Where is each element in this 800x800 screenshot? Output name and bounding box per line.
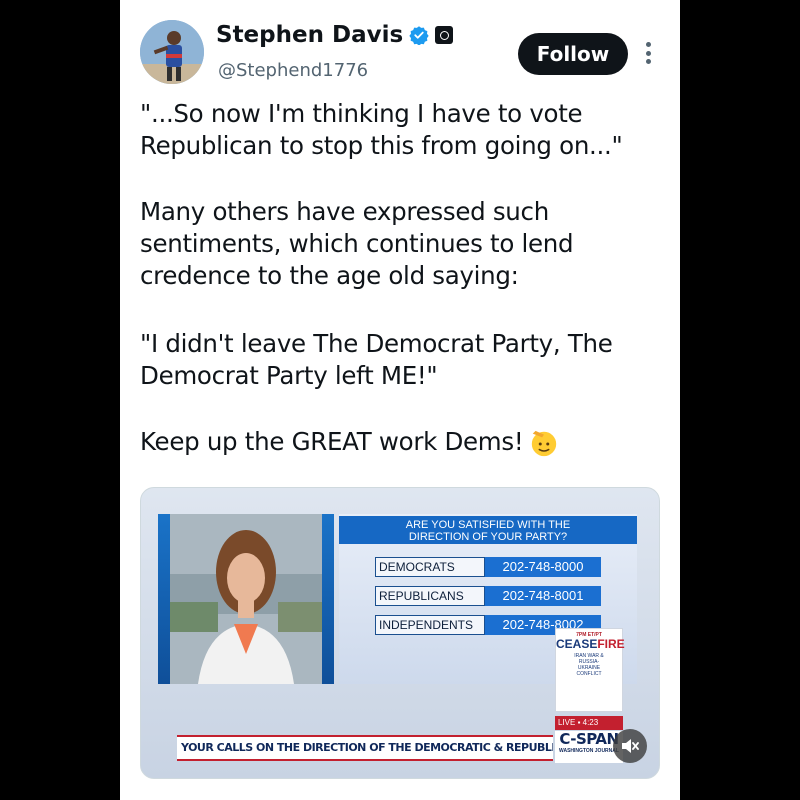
text-line: "...So now I'm thinking I have to vote [140, 99, 583, 128]
promo-line: CONFLICT [576, 671, 602, 677]
text-line: Many others have expressed such [140, 197, 549, 226]
text-line: Republican to stop this from going on...… [140, 131, 623, 160]
poll-row-democrats: DEMOCRATS 202-748-8000 [375, 557, 601, 577]
poll-row-number: 202-748-8000 [485, 557, 601, 577]
text-line: credence to the age old saying: [140, 261, 519, 290]
avatar[interactable] [140, 20, 204, 84]
speaker-muted-icon [622, 739, 639, 753]
author-handle[interactable]: @Stephend1776 [218, 60, 368, 81]
saluting-face-emoji-icon [532, 430, 557, 457]
poll-row-number: 202-748-8001 [485, 586, 601, 606]
live-indicator: LIVE ▪ 4:23 [555, 716, 623, 730]
avatar-image [140, 20, 204, 84]
promo-subtitle: IRAN WAR & RUSSIA- UKRAINE CONFLICT [556, 653, 622, 677]
post-text-paragraph: Keep up the GREAT work Dems! [140, 426, 660, 458]
text-line: sentiments, which continues to lend [140, 229, 574, 258]
text-line: Democrat Party left ME!" [140, 361, 438, 390]
poll-question-line: DIRECTION OF YOUR PARTY? [408, 531, 568, 543]
ceasefire-promo: 7PM ET/PT CEASEFIRE IRAN WAR & RUSSIA- U… [555, 628, 625, 712]
more-options-icon[interactable] [638, 40, 658, 66]
anchor-image [158, 514, 334, 684]
verified-badge-icon [409, 26, 429, 45]
promo-title: CEASEFIRE [556, 637, 625, 651]
post-text-paragraph: "...So now I'm thinking I have to vote R… [140, 98, 660, 162]
video-media[interactable]: ARE YOU SATISFIED WITH THE DIRECTION OF … [140, 487, 660, 779]
poll-row-republicans: REPUBLICANS 202-748-8001 [375, 586, 601, 606]
studio-light-bar [322, 514, 334, 684]
text-line: Keep up the GREAT work Dems! [140, 427, 524, 456]
promo-title-b: FIRE [597, 637, 625, 651]
anchor-video-frame [158, 514, 334, 684]
affiliation-badge-icon [435, 26, 454, 44]
poll-question-line: ARE YOU SATISFIED WITH THE [405, 519, 571, 531]
post-text-paragraph: "I didn't leave The Democrat Party, The … [140, 328, 660, 392]
post-text-paragraph: Many others have expressed such sentimen… [140, 196, 660, 292]
lower-third-caption: YOUR CALLS ON THE DIRECTION OF THE DEMOC… [177, 735, 553, 761]
follow-button[interactable]: Follow [518, 33, 628, 75]
poll-question: ARE YOU SATISFIED WITH THE DIRECTION OF … [339, 516, 637, 544]
tweet-card: Stephen Davis @Stephend1776 Follow "...S… [120, 0, 680, 800]
poll-row-label: REPUBLICANS [375, 586, 485, 606]
author-name[interactable]: Stephen Davis [216, 22, 403, 48]
live-time: 4:23 [582, 718, 599, 727]
mute-button[interactable] [613, 729, 647, 763]
studio-light-bar [158, 514, 170, 684]
poll-row-label: DEMOCRATS [375, 557, 485, 577]
promo-title-a: CEASE [556, 637, 598, 651]
author-name-row: Stephen Davis [216, 22, 454, 48]
poll-row-label: INDEPENDENTS [375, 615, 485, 635]
text-line: "I didn't leave The Democrat Party, The [140, 329, 613, 358]
live-label: LIVE [558, 718, 576, 727]
